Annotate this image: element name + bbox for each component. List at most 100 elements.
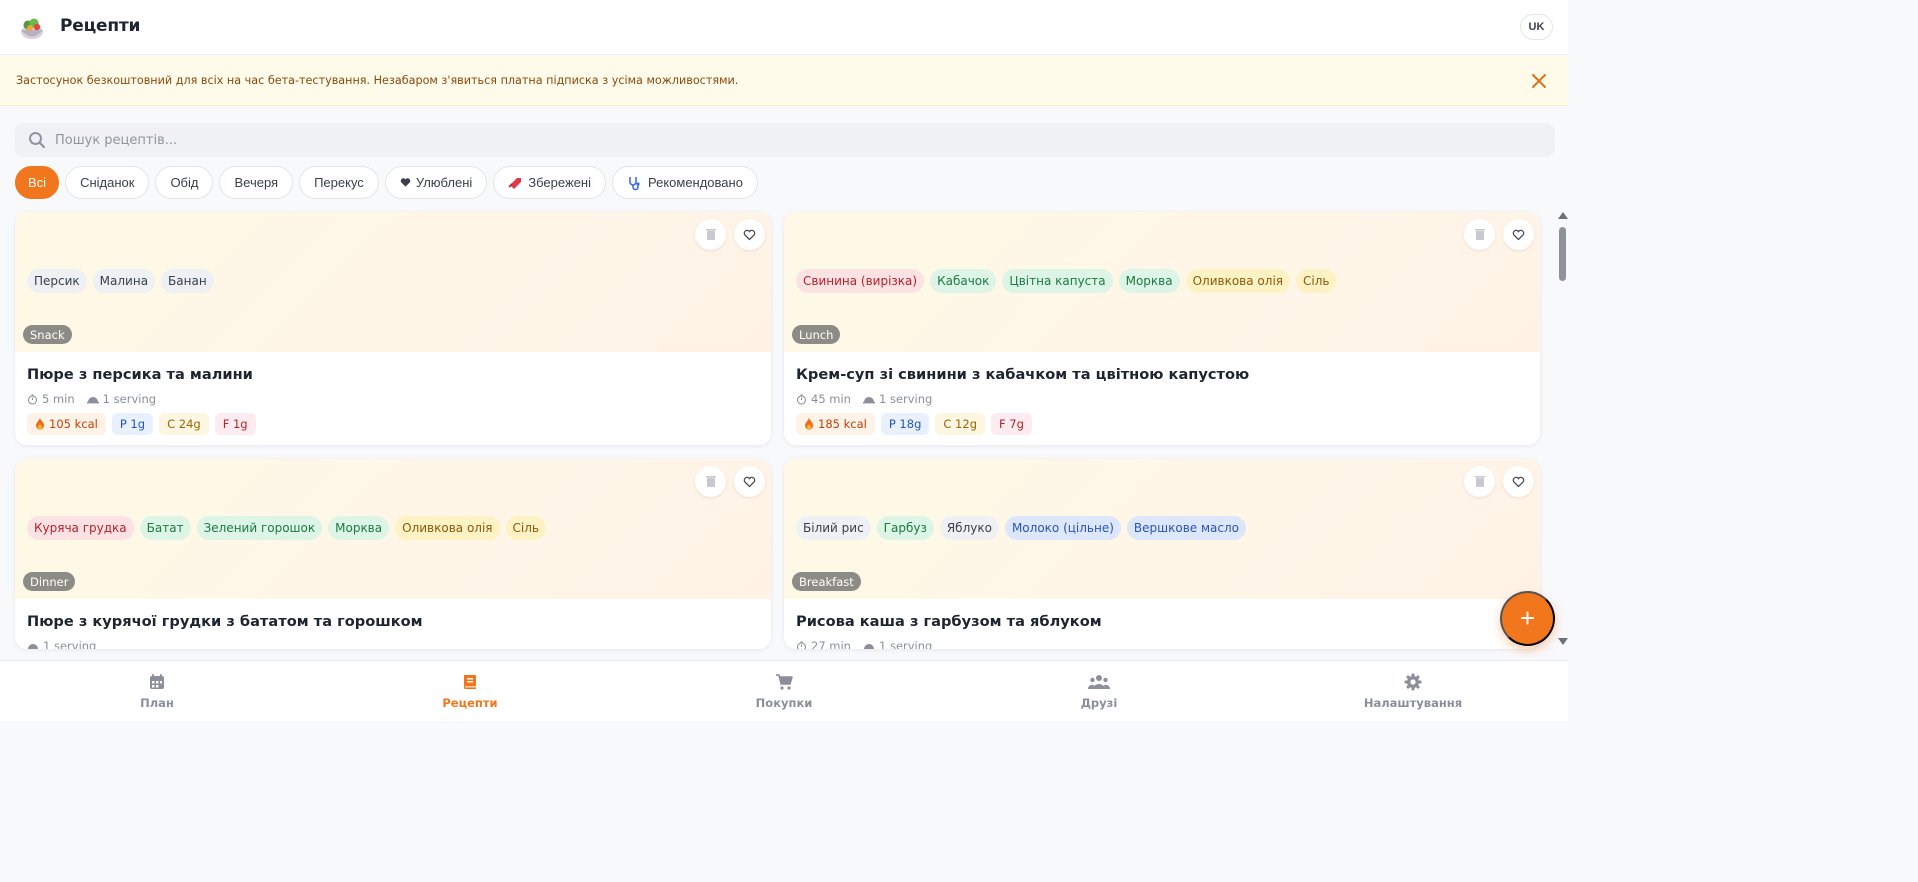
servings-value: 1 serving <box>102 392 157 406</box>
recipe-card[interactable]: Свинина (вирізка) Кабачок Цвітна капуста… <box>784 212 1540 445</box>
favorite-button[interactable] <box>734 219 765 250</box>
recipe-card[interactable]: Куряча грудка Батат Зелений горошок Морк… <box>15 459 771 649</box>
ingredient-tag: Банан <box>161 269 214 293</box>
filter-dinner-label: Вечеря <box>234 175 279 190</box>
delete-button[interactable] <box>695 219 726 250</box>
favorite-button[interactable] <box>1503 466 1534 497</box>
recipe-title: Крем-суп зі свинини з кабачком та цвітно… <box>796 366 1250 383</box>
ingredient-tag: Зелений горошок <box>196 516 323 540</box>
nav-label-friends: Друзі <box>1080 696 1118 710</box>
filter-recommended-label: Рекомендовано <box>647 175 743 190</box>
ingredient-tag: Сіль <box>505 516 546 540</box>
calories-value: 185 kcal <box>818 417 867 431</box>
servings: 1 serving <box>863 639 932 649</box>
macro-badges: 185 kcal P 18g C 12g F 7g <box>796 413 1032 435</box>
filter-dinner-chip[interactable]: Вечеря <box>219 166 294 199</box>
carbs-badge: C 12g <box>935 413 985 435</box>
nav-item-plan[interactable]: План <box>97 661 217 722</box>
trash-icon <box>705 229 716 240</box>
recipe-card-actions <box>695 219 765 250</box>
scrollbar-thumb[interactable] <box>1559 227 1566 281</box>
nav-item-friends[interactable]: Друзі <box>1039 661 1159 722</box>
cook-time-value: 45 min <box>811 392 851 406</box>
close-icon[interactable] <box>1530 72 1548 90</box>
search-bar <box>15 123 1555 157</box>
servings-value: 1 serving <box>878 639 933 649</box>
favorite-button[interactable] <box>734 466 765 497</box>
servings: 1 serving <box>862 392 933 406</box>
filter-saved-chip[interactable]: Збережені <box>493 166 606 199</box>
ingredient-tag: Морква <box>328 516 390 540</box>
nav-item-shopping[interactable]: Покупки <box>724 661 844 722</box>
nav-label-recipes: Рецепти <box>442 696 498 710</box>
delete-button[interactable] <box>1464 466 1495 497</box>
ingredient-tag: Малина <box>92 269 156 293</box>
ingredient-tags: Свинина (вирізка) Кабачок Цвітна капуста… <box>796 269 1337 293</box>
recipe-meta: 1 serving <box>27 639 96 649</box>
search-input[interactable] <box>55 123 1535 157</box>
delete-button[interactable] <box>695 466 726 497</box>
nav-item-recipes[interactable]: Рецепти <box>410 661 530 722</box>
favorite-button[interactable] <box>1503 219 1534 250</box>
ingredient-tag: Оливкова олія <box>1185 269 1290 293</box>
page-title: Рецепти <box>60 16 141 36</box>
timer-icon <box>796 640 807 649</box>
nav-item-settings[interactable]: Налаштування <box>1353 661 1473 722</box>
ingredient-tag: Вершкове масло <box>1126 516 1246 540</box>
filter-all-chip[interactable]: Всі <box>15 166 60 199</box>
ingredient-tags: Персик Малина Банан <box>27 269 214 293</box>
filter-lunch-label: Обід <box>170 175 199 190</box>
add-recipe-button[interactable]: + <box>1500 591 1555 646</box>
recipe-card-actions <box>695 466 765 497</box>
delete-button[interactable] <box>1464 219 1495 250</box>
calories-badge: 105 kcal <box>27 413 106 435</box>
meal-type-badge: Lunch <box>792 325 841 344</box>
nav-label-settings: Налаштування <box>1363 696 1463 710</box>
heart-outline-icon <box>743 229 756 240</box>
ingredient-tag: Свинина (вирізка) <box>796 269 925 293</box>
filter-favorites-chip[interactable]: Улюблені <box>384 166 488 199</box>
scroll-down-arrow-icon[interactable] <box>1558 638 1568 645</box>
category-filters: Всі Сніданок Обід Вечеря Перекус Улюблен… <box>15 166 758 199</box>
scroll-up-arrow-icon[interactable] <box>1558 212 1568 219</box>
language-switch-button[interactable]: UK <box>1520 14 1553 40</box>
recipe-title: Пюре з персика та малини <box>27 366 253 383</box>
serving-dish-icon <box>862 397 875 404</box>
ingredient-tag: Білий рис <box>796 516 871 540</box>
servings-value: 1 serving <box>878 392 933 406</box>
search-icon <box>29 132 46 149</box>
calories-value: 105 kcal <box>49 417 98 431</box>
recipe-title: Пюре з курячої грудки з бататом та горош… <box>27 613 423 630</box>
calories-badge: 185 kcal <box>796 413 875 435</box>
ingredient-tag: Цвітна капуста <box>1002 269 1113 293</box>
carbs-badge: C 24g <box>159 413 209 435</box>
friends-icon <box>1088 675 1110 689</box>
servings: 1 serving <box>27 639 96 649</box>
ingredient-tag: Батат <box>139 516 191 540</box>
recipe-meta: 27 min 1 serving <box>796 639 932 649</box>
filter-recommended-chip[interactable]: Рекомендовано <box>611 166 758 199</box>
beta-banner-text: Застосунок безкоштовний для всіх на час … <box>16 74 739 87</box>
ingredient-tag: Сіль <box>1296 269 1337 293</box>
filter-breakfast-label: Сніданок <box>80 175 135 190</box>
timer-icon <box>27 393 38 405</box>
cart-icon <box>776 674 793 690</box>
recipe-card[interactable]: Білий рис Гарбуз Яблуко Молоко (цільне) … <box>784 459 1540 649</box>
fire-icon <box>805 418 813 430</box>
trash-icon <box>705 476 716 487</box>
filter-lunch-chip[interactable]: Обід <box>155 166 214 199</box>
cook-time: 45 min <box>796 392 851 406</box>
ingredient-tag: Яблуко <box>939 516 999 540</box>
ingredient-tag: Гарбуз <box>876 516 934 540</box>
scrollbar[interactable] <box>1557 212 1568 645</box>
heart-outline-icon <box>743 476 756 487</box>
filter-breakfast-chip[interactable]: Сніданок <box>65 166 150 199</box>
filter-snack-chip[interactable]: Перекус <box>299 166 379 199</box>
gear-icon <box>1404 673 1422 691</box>
recipe-card[interactable]: Персик Малина Банан Snack Пюре з персика… <box>15 212 771 445</box>
app-header: Рецепти UK <box>0 0 1568 55</box>
serving-dish-icon <box>863 644 874 649</box>
protein-badge: P 18g <box>880 413 930 435</box>
nav-label-shopping: Покупки <box>755 696 813 710</box>
ingredient-tag: Оливкова олія <box>395 516 500 540</box>
